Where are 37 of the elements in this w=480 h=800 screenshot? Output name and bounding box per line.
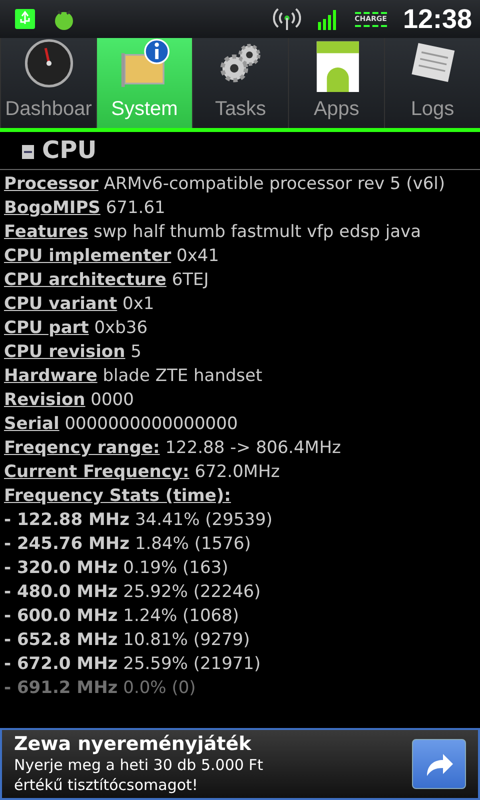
info-line: - 320.0 MHz 0.19% (163) — [4, 557, 230, 580]
info-line: - 480.0 MHz 25.92% (22246) — [4, 581, 262, 604]
tab[interactable]: Dashboar — [0, 38, 96, 128]
info-line: - 691.2 MHz 0.0% (0) — [4, 677, 197, 700]
info-line: Current Frequency: 672.0MHz — [4, 461, 281, 484]
hotspot-icon — [272, 6, 301, 32]
ad-banner[interactable]: Zewa nyereményjáték Nyerje meg a heti 30 db 5.000 Ft értékű tisztítócsomagot! — [0, 728, 480, 800]
info-line: CPU variant 0x1 — [4, 293, 156, 316]
usb-icon — [14, 8, 36, 30]
signal-icon — [316, 8, 339, 30]
info-line: Freqency range: 122.88 -> 806.4MHz — [4, 437, 342, 460]
section-title: CPU — [42, 136, 97, 165]
info-line: Revision 0000 — [4, 389, 135, 412]
info-line: CPU part 0xb36 — [4, 317, 149, 340]
info-line: Hardware blade ZTE handset — [4, 365, 264, 388]
info-line: CPU revision 5 — [4, 341, 142, 364]
tab[interactable]: Tasks — [192, 38, 288, 128]
info-line: CPU implementer 0x41 — [4, 245, 220, 268]
collapse-icon[interactable] — [22, 145, 34, 159]
info-line: BogoMIPS 671.61 — [4, 197, 166, 220]
share-button[interactable] — [412, 739, 466, 789]
info-line: CPU architecture 6TEJ — [4, 269, 210, 292]
info-line: Processor ARMv6-compatible processor rev 5 (v6l) — [4, 173, 446, 196]
tab[interactable]: Logs — [384, 38, 480, 128]
info-heading: Frequency Stats (time): — [4, 485, 232, 508]
ad-text: Nyerje meg a heti 30 db 5.000 Ft értékű tisztítócsomagot! — [14, 755, 264, 795]
info-line: - 600.0 MHz 1.24% (1068) — [4, 605, 240, 628]
info-line: - 672.0 MHz 25.59% (21971) — [4, 653, 262, 676]
tab[interactable]: Apps — [288, 38, 384, 128]
bug-icon — [52, 8, 76, 30]
clock: 12:38 — [402, 2, 472, 36]
ad-title: Zewa nyereményjáték — [14, 733, 252, 755]
info-line: Serial 0000000000000000 — [4, 413, 239, 436]
info-line: - 652.8 MHz 10.81% (9279) — [4, 629, 251, 652]
info-line: - 122.88 MHz 34.41% (29539) — [4, 509, 274, 532]
info-line: Features swp half thumb fastmult vfp edsp java — [4, 221, 422, 244]
info-line: - 245.76 MHz 1.84% (1576) — [4, 533, 252, 556]
